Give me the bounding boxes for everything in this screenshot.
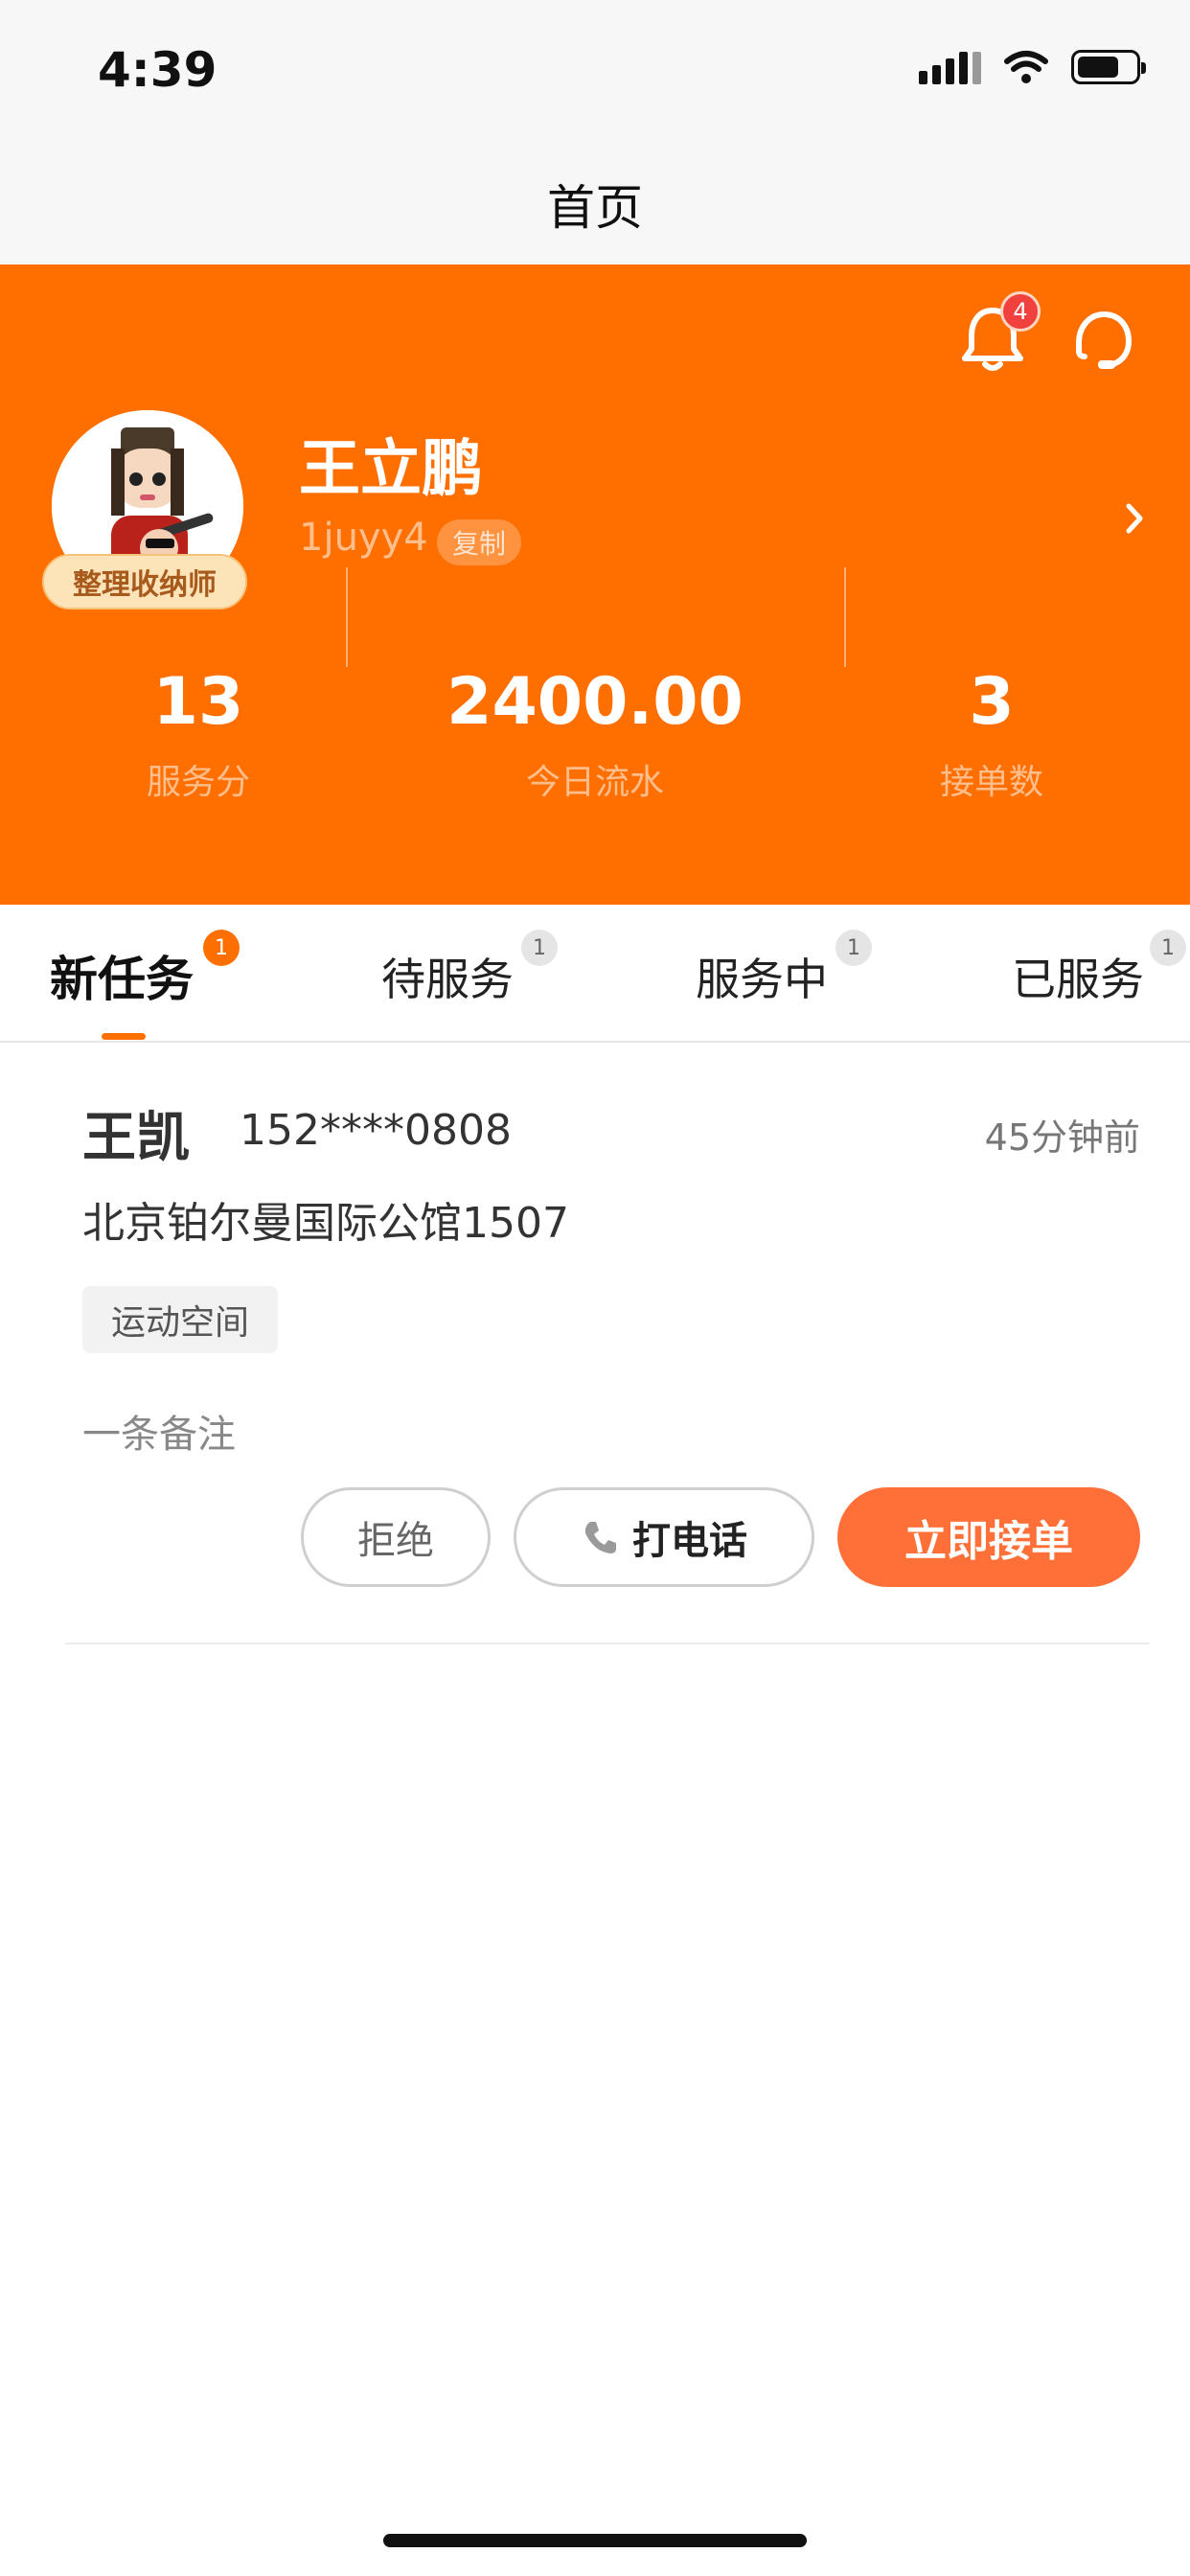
tab-label: 已服务 bbox=[1012, 954, 1144, 1005]
chevron-right-icon[interactable] bbox=[1121, 494, 1150, 542]
status-bar: 4:39 bbox=[0, 0, 1190, 144]
order-time: 45分钟前 bbox=[984, 1116, 1140, 1159]
phone-icon bbox=[584, 1522, 616, 1553]
role-badge: 整理收纳师 bbox=[42, 554, 247, 610]
stat-value: 13 bbox=[152, 664, 244, 740]
notification-badge: 4 bbox=[1000, 291, 1041, 332]
customer-name: 王凯 bbox=[82, 1107, 190, 1169]
wifi-icon bbox=[1004, 51, 1048, 83]
active-tab-indicator bbox=[102, 1033, 146, 1040]
tab-count-badge: 1 bbox=[203, 930, 240, 966]
profile-header: 4 整理收纳师 王立鹏 1juyy4 复制 13 服务分 2400.00 今日流… bbox=[0, 264, 1190, 905]
order-card[interactable]: 王凯 152****0808 45分钟前 北京铂尔曼国际公馆1507 运动空间 … bbox=[65, 1043, 1150, 1644]
call-button[interactable]: 打电话 bbox=[514, 1487, 814, 1587]
tab-count-badge: 1 bbox=[1150, 930, 1186, 966]
stat-order-count: 3 接单数 bbox=[793, 664, 1190, 811]
order-note: 一条备注 bbox=[82, 1413, 236, 1457]
tab-count-badge: 1 bbox=[521, 930, 558, 966]
tab-in-service[interactable]: 服务中 bbox=[696, 945, 828, 1008]
stat-service-score: 13 服务分 bbox=[0, 664, 397, 811]
stat-today-revenue: 2400.00 今日流水 bbox=[397, 664, 793, 811]
stat-divider bbox=[844, 567, 846, 667]
accept-order-button[interactable]: 立即接单 bbox=[837, 1487, 1140, 1587]
tab-label: 新任务 bbox=[50, 952, 194, 1007]
order-address: 北京铂尔曼国际公馆1507 bbox=[82, 1199, 569, 1248]
stat-label: 接单数 bbox=[939, 762, 1043, 802]
tab-count-badge: 1 bbox=[835, 930, 872, 966]
stat-value: 2400.00 bbox=[446, 664, 744, 740]
tab-label: 待服务 bbox=[381, 954, 514, 1005]
status-time: 4:39 bbox=[98, 42, 217, 98]
tab-pending-service[interactable]: 待服务 bbox=[381, 945, 514, 1008]
tab-new-tasks[interactable]: 新任务 bbox=[50, 941, 194, 1010]
customer-phone: 152****0808 bbox=[240, 1106, 512, 1155]
nav-bar: 首页 bbox=[0, 144, 1190, 264]
copy-id-button[interactable]: 复制 bbox=[437, 519, 521, 565]
call-button-label: 打电话 bbox=[632, 1519, 747, 1563]
home-indicator bbox=[383, 2534, 807, 2547]
customer-service-icon[interactable] bbox=[1065, 303, 1142, 380]
status-icons bbox=[919, 50, 1146, 84]
user-name: 王立鹏 bbox=[299, 434, 483, 505]
stat-label: 今日流水 bbox=[525, 762, 664, 802]
stat-value: 3 bbox=[969, 664, 1015, 740]
service-tag: 运动空间 bbox=[82, 1286, 278, 1353]
cellular-signal-icon bbox=[919, 50, 981, 84]
user-id: 1juyy4 bbox=[299, 516, 428, 560]
battery-icon bbox=[1071, 50, 1146, 84]
stat-divider bbox=[346, 567, 348, 667]
page-title: 首页 bbox=[547, 180, 643, 236]
stats-row: 13 服务分 2400.00 今日流水 3 接单数 bbox=[0, 664, 1190, 811]
tab-served[interactable]: 已服务 bbox=[1012, 945, 1144, 1008]
stat-label: 服务分 bbox=[146, 762, 250, 802]
order-tabs: 新任务 1 待服务 1 服务中 1 已服务 1 bbox=[0, 905, 1190, 1043]
reject-button[interactable]: 拒绝 bbox=[301, 1487, 491, 1587]
tab-label: 服务中 bbox=[696, 954, 828, 1005]
